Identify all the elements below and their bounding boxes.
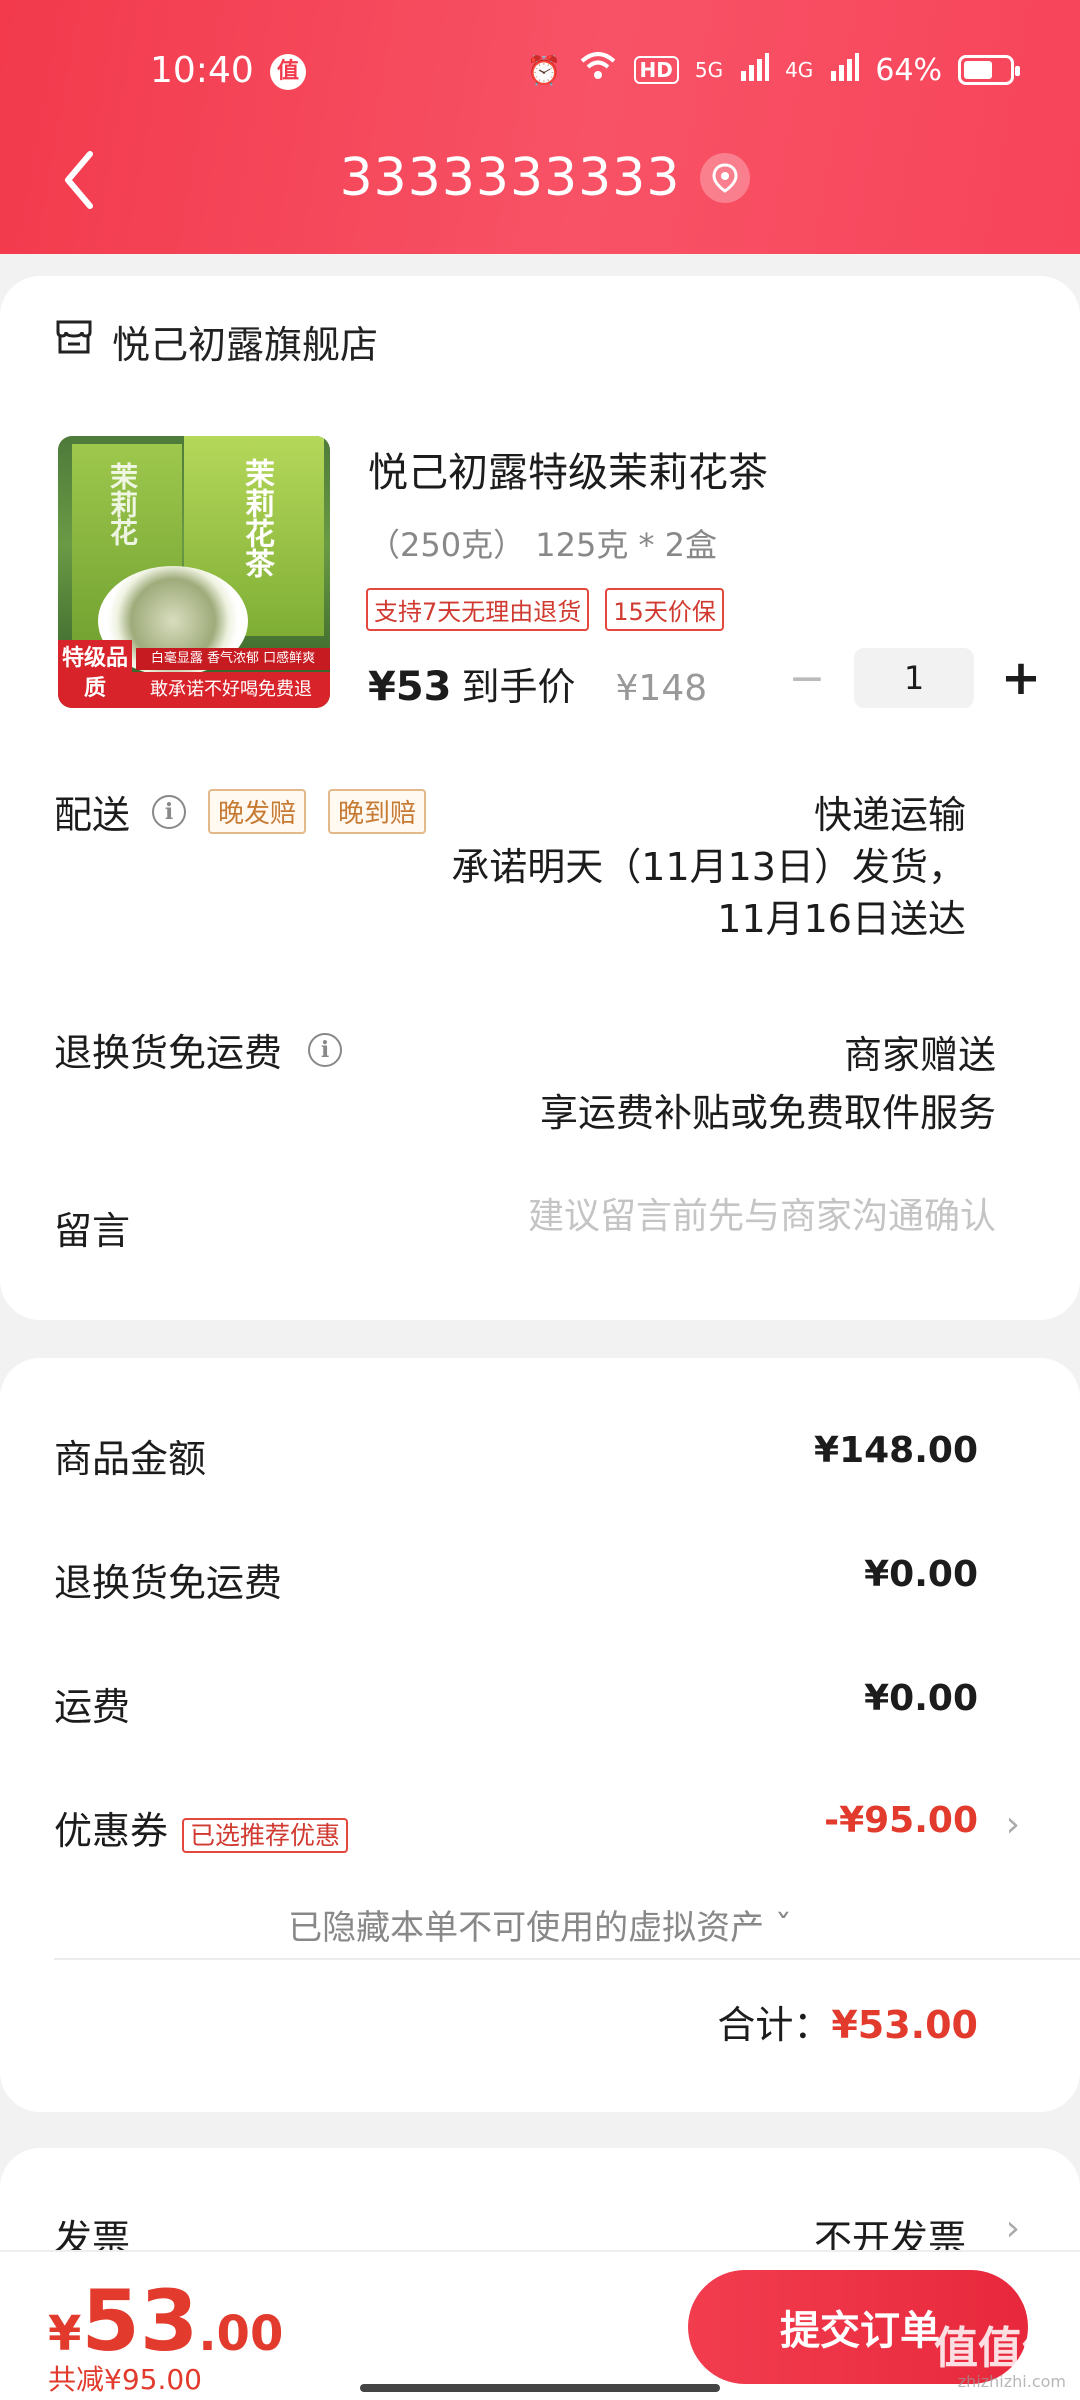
hd-icon: HD [633, 56, 679, 84]
message-label: 留言 [54, 1209, 131, 1253]
info-icon[interactable]: i [308, 1032, 343, 1067]
pay-currency: ¥ [48, 2306, 82, 2362]
chevron-right-icon[interactable]: › [1006, 1804, 1020, 1845]
total-row: 合计：¥53.00 [717, 1994, 978, 2049]
home-indicator[interactable] [360, 2384, 720, 2392]
return-shipping-row: 退换货免运费 i [54, 1022, 343, 1077]
tag-late-arrive: 晚到赔 [328, 789, 427, 834]
signal-icon-2 [829, 50, 860, 90]
zhi-notification-icon: 值 [270, 54, 306, 90]
goods-amount-label: 商品金额 [54, 1437, 207, 1481]
box-b-label: 茉莉花茶 [239, 458, 274, 578]
goods-amount-value: ¥148.00 [814, 1430, 978, 1471]
increase-button[interactable]: + [996, 650, 1046, 706]
final-price: ¥53 [368, 664, 452, 710]
shop-row[interactable]: 悦己初露旗舰店 [54, 314, 378, 369]
4g-signal-icon: 4G [785, 58, 814, 82]
return-fee-label: 退换货免运费 [54, 1561, 283, 1605]
total-label: 合计： [717, 2003, 832, 2047]
tag-7day-return: 支持7天无理由退货 [366, 588, 590, 631]
status-time: 10:40 [150, 50, 254, 91]
address-phone[interactable]: 3333333333 [340, 148, 681, 208]
coupon-value[interactable]: -¥95.00 [824, 1800, 978, 1841]
pay-amount-decimal: .00 [198, 2306, 284, 2362]
return-shipping-detail: 享运费补贴或免费取件服务 [539, 1091, 996, 1135]
watermark-site: zhizhizhi.com [957, 2372, 1066, 2391]
product-spec[interactable]: （250克） 125克 * 2盒 [368, 520, 717, 566]
service-tags: 支持7天无理由退货 15天价保 [366, 588, 724, 631]
wifi-icon [578, 50, 618, 90]
delivery-arrive-date: 11月16日送达 [717, 897, 966, 941]
quantity-field[interactable]: 1 [854, 648, 974, 708]
status-bar: 10:40 值 ⏰ HD 5G 4G 64% [0, 0, 1080, 140]
final-price-label: 到手价 [461, 665, 576, 709]
pay-amount: ¥53.00 [48, 2272, 283, 2370]
status-icons: ⏰ HD 5G 4G 64% [526, 50, 1020, 90]
store-icon [54, 318, 94, 365]
alarm-icon: ⏰ [526, 53, 562, 87]
coupon-row[interactable]: 优惠券 已选推荐优惠 [54, 1800, 349, 1855]
coupon-tag: 已选推荐优惠 [182, 1817, 349, 1853]
shop-name[interactable]: 悦己初露旗舰店 [112, 314, 378, 369]
battery-percent: 64% [875, 52, 942, 88]
product-image[interactable]: 茉莉花 茉莉花茶 白毫显露 香气浓郁 口感鲜爽 特级品质 敢承诺不好喝免费退 [58, 436, 330, 708]
hidden-assets-toggle[interactable]: 已隐藏本单不可使用的虚拟资产 ˇ [0, 1900, 1080, 1949]
price-row: ¥53 到手价 ¥148 [368, 656, 707, 711]
image-slogan: 白毫显露 香气浓郁 口感鲜爽 [136, 648, 330, 670]
header: 10:40 值 ⏰ HD 5G 4G 64% 3333333333 [0, 0, 1080, 254]
delivery-method[interactable]: 快递运输 [814, 784, 966, 839]
chevron-right-icon[interactable]: › [1006, 2208, 1020, 2249]
promise-banner: 敢承诺不好喝免费退 [132, 672, 330, 708]
order-item-card: 悦己初露旗舰店 茉莉花 茉莉花茶 白毫显露 香气浓郁 口感鲜爽 特级品质 敢承诺… [0, 276, 1080, 1320]
return-fee-value: ¥0.00 [864, 1554, 978, 1595]
decrease-button[interactable]: − [782, 653, 832, 704]
divider [54, 1958, 1080, 1960]
box-a-label: 茉莉花 [106, 462, 139, 546]
message-input[interactable] [376, 1196, 996, 1237]
checkout-bar: ¥53.00 共减¥95.00 提交订单 [0, 2250, 1080, 2400]
location-pin-icon[interactable] [700, 153, 751, 203]
tag-late-ship: 晚发赔 [208, 789, 307, 834]
shipping-fee-value: ¥0.00 [864, 1678, 978, 1719]
original-price: ¥148 [615, 668, 708, 709]
delivery-ship-promise: 承诺明天（11月13日）发货， [451, 845, 966, 889]
delivery-label: 配送 [54, 793, 131, 837]
price-summary-card: 商品金额 ¥148.00 退换货免运费 ¥0.00 运费 ¥0.00 优惠券 已选… [0, 1358, 1080, 2112]
coupon-label: 优惠券 [54, 1809, 169, 1853]
shipping-fee-label: 运费 [54, 1685, 131, 1729]
delivery-row: 配送 i 晚发赔 晚到赔 [54, 784, 427, 839]
return-shipping-label: 退换货免运费 [54, 1031, 283, 1075]
product-title[interactable]: 悦己初露特级茉莉花茶 [368, 440, 768, 498]
5g-signal-icon: 5G [694, 58, 724, 82]
total-value: ¥53.00 [831, 2003, 978, 2047]
quantity-stepper: − 1 + [782, 648, 1046, 708]
battery-icon [958, 55, 1020, 85]
nav-title-row[interactable]: 3333333333 [0, 148, 1080, 208]
grade-badge: 特级品质 [58, 640, 132, 708]
return-shipping-value: 商家赠送 [843, 1033, 996, 1077]
total-saved: 共减¥95.00 [48, 2363, 202, 2396]
pay-amount-integer: 53 [81, 2272, 199, 2370]
watermark-logo: 值值值 [934, 2323, 1066, 2374]
info-icon[interactable]: i [152, 794, 187, 829]
tag-price-protect: 15天价保 [605, 588, 724, 631]
signal-icon [739, 50, 770, 90]
